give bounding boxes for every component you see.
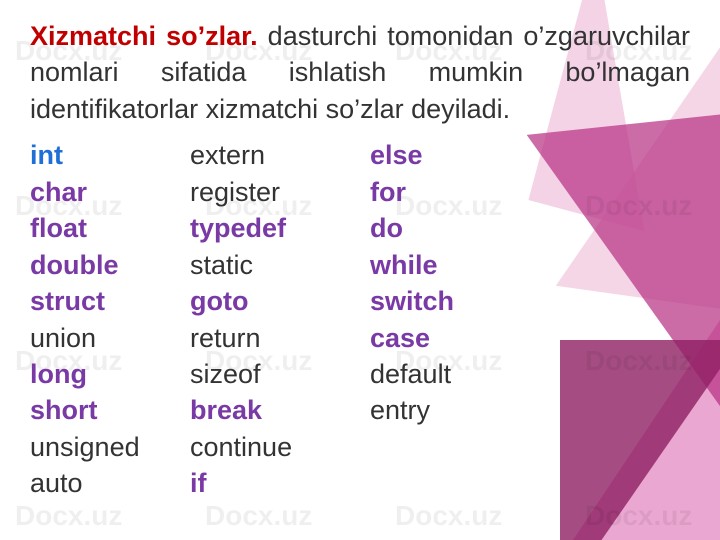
keyword-cell: switch bbox=[370, 283, 550, 319]
keyword-cell: entry bbox=[370, 392, 550, 428]
table-row: union return case bbox=[30, 320, 550, 356]
keyword-cell: sizeof bbox=[190, 356, 370, 392]
keyword: do bbox=[370, 213, 403, 243]
keyword-cell: default bbox=[370, 356, 550, 392]
keyword: while bbox=[370, 250, 438, 280]
table-row: int extern else bbox=[30, 137, 550, 173]
keyword-cell: do bbox=[370, 210, 550, 246]
keyword-cell: case bbox=[370, 320, 550, 356]
keyword-cell: return bbox=[190, 320, 370, 356]
keyword: default bbox=[370, 359, 451, 389]
table-row: float typedef do bbox=[30, 210, 550, 246]
table-row: char register for bbox=[30, 174, 550, 210]
paragraph-title: Xizmatchi so’zlar. bbox=[30, 21, 258, 51]
table-row: short break entry bbox=[30, 392, 550, 428]
keyword: char bbox=[30, 177, 87, 207]
keyword-cell: auto bbox=[30, 465, 190, 501]
keyword: register bbox=[190, 177, 280, 207]
keyword-cell: for bbox=[370, 174, 550, 210]
keyword: sizeof bbox=[190, 359, 261, 389]
table-row: auto if bbox=[30, 465, 550, 501]
keyword: case bbox=[370, 323, 430, 353]
keyword: switch bbox=[370, 286, 454, 316]
keyword: for bbox=[370, 177, 406, 207]
keyword: continue bbox=[190, 432, 292, 462]
keyword: extern bbox=[190, 140, 265, 170]
keyword: double bbox=[30, 250, 119, 280]
keyword: long bbox=[30, 359, 87, 389]
keyword: union bbox=[30, 323, 96, 353]
keyword: entry bbox=[370, 395, 430, 425]
keyword: float bbox=[30, 213, 87, 243]
keyword-cell: struct bbox=[30, 283, 190, 319]
table-row: struct goto switch bbox=[30, 283, 550, 319]
table-row: long sizeof default bbox=[30, 356, 550, 392]
table-row: unsigned continue bbox=[30, 429, 550, 465]
paragraph: Xizmatchi so’zlar. dasturchi tomonidan o… bbox=[30, 18, 690, 127]
keyword-cell bbox=[370, 429, 550, 465]
keyword-cell: float bbox=[30, 210, 190, 246]
keyword-cell: register bbox=[190, 174, 370, 210]
slide-content: Xizmatchi so’zlar. dasturchi tomonidan o… bbox=[0, 0, 720, 540]
keyword-cell: char bbox=[30, 174, 190, 210]
keyword-cell: static bbox=[190, 247, 370, 283]
keyword-cell: continue bbox=[190, 429, 370, 465]
keyword: typedef bbox=[190, 213, 286, 243]
keyword: goto bbox=[190, 286, 248, 316]
keyword: static bbox=[190, 250, 253, 280]
keyword-cell: union bbox=[30, 320, 190, 356]
keyword: else bbox=[370, 140, 423, 170]
keyword-cell: while bbox=[370, 247, 550, 283]
keyword-cell: unsigned bbox=[30, 429, 190, 465]
keyword-cell: if bbox=[190, 465, 370, 501]
keyword-cell: typedef bbox=[190, 210, 370, 246]
keyword-cell: goto bbox=[190, 283, 370, 319]
keyword-cell: break bbox=[190, 392, 370, 428]
keyword-cell: extern bbox=[190, 137, 370, 173]
keyword: unsigned bbox=[30, 432, 140, 462]
keyword: struct bbox=[30, 286, 105, 316]
keyword: int bbox=[30, 140, 63, 170]
keyword-cell: double bbox=[30, 247, 190, 283]
keyword-cell: long bbox=[30, 356, 190, 392]
keyword-table: int extern else char register for float typedef… bbox=[30, 137, 550, 501]
keyword-cell: int bbox=[30, 137, 190, 173]
keyword: auto bbox=[30, 468, 83, 498]
keyword-cell: else bbox=[370, 137, 550, 173]
keyword: short bbox=[30, 395, 98, 425]
keyword: return bbox=[190, 323, 261, 353]
table-row: double static while bbox=[30, 247, 550, 283]
keyword: if bbox=[190, 468, 207, 498]
keyword: break bbox=[190, 395, 262, 425]
keyword-cell: short bbox=[30, 392, 190, 428]
keyword-cell bbox=[370, 465, 550, 501]
